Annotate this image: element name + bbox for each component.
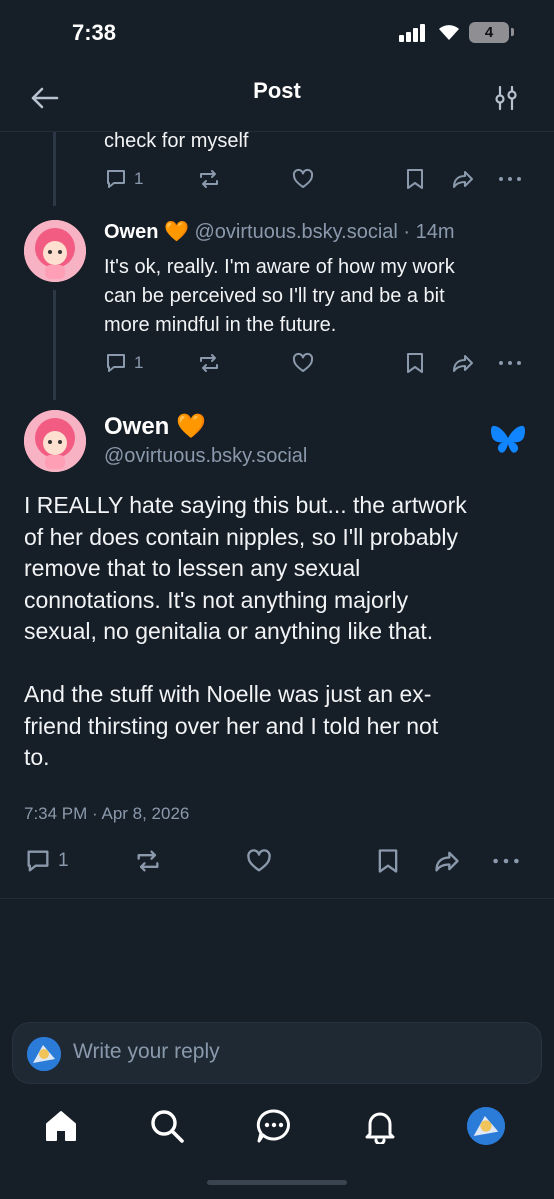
ellipsis-icon xyxy=(493,858,519,864)
bell-icon xyxy=(365,1112,395,1144)
avatar-illustration xyxy=(467,1107,505,1145)
heart-icon xyxy=(247,849,271,872)
share-button[interactable] xyxy=(432,847,462,875)
repost-button[interactable] xyxy=(197,351,221,375)
post-body-text: I REALLY hate saying this but... the art… xyxy=(24,492,467,770)
avatar[interactable] xyxy=(24,220,86,282)
cellular-signal-icon xyxy=(399,24,429,42)
battery-indicator: 4 xyxy=(469,22,509,43)
reply-count: 1 xyxy=(134,353,144,372)
heart-emoji: 🧡 xyxy=(176,413,206,440)
reply-button[interactable]: 1 xyxy=(104,351,143,375)
heart-icon xyxy=(292,168,314,188)
avatar-illustration xyxy=(24,220,86,282)
tab-chat[interactable] xyxy=(254,1106,294,1146)
comment-icon xyxy=(107,354,125,372)
bookmark-button[interactable] xyxy=(404,167,426,191)
ellipsis-icon xyxy=(499,361,521,365)
divider xyxy=(0,898,554,899)
page-title: Post xyxy=(253,78,301,103)
comment-icon xyxy=(107,170,125,188)
author-handle[interactable]: @ovirtuous.bsky.social xyxy=(104,445,307,468)
repost-button[interactable] xyxy=(134,847,162,875)
thread-settings-button[interactable] xyxy=(488,80,524,116)
status-time: 7:38 xyxy=(72,20,117,45)
avatar[interactable] xyxy=(24,410,86,472)
avatar-illustration xyxy=(27,1037,61,1071)
share-icon xyxy=(435,851,459,872)
repost-icon xyxy=(200,170,218,188)
reply-composer[interactable]: Write your reply xyxy=(12,1022,542,1084)
author-name[interactable]: Owen xyxy=(104,413,169,440)
repost-icon xyxy=(200,354,218,372)
comment-icon xyxy=(27,850,49,872)
sliders-icon xyxy=(495,85,517,111)
repost-button[interactable] xyxy=(197,167,221,191)
avatar-illustration xyxy=(24,410,86,472)
prev-post-text: check for myself xyxy=(104,130,249,152)
tab-profile[interactable] xyxy=(466,1106,506,1146)
share-icon xyxy=(453,171,473,188)
post-header: Post xyxy=(0,66,554,132)
repost-icon xyxy=(137,850,159,872)
ellipsis-icon xyxy=(499,177,521,181)
battery-tip xyxy=(511,28,514,36)
chat-icon xyxy=(256,1109,290,1143)
author-handle[interactable]: @ovirtuous.bsky.social xyxy=(194,221,397,243)
share-icon xyxy=(453,355,473,372)
thread-line xyxy=(53,290,56,400)
home-indicator xyxy=(207,1180,347,1185)
status-bar: 7:38 4 xyxy=(0,0,554,66)
more-options-button[interactable] xyxy=(497,351,523,375)
heart-emoji: 🧡 xyxy=(164,221,189,243)
reply-text-line: It's ok, really. I'm aware of how my wor… xyxy=(104,256,455,278)
reply-count: 1 xyxy=(58,850,69,871)
prev-post-actions: 1 xyxy=(0,167,554,197)
search-icon xyxy=(151,1110,184,1143)
bookmark-icon xyxy=(407,353,423,373)
main-post-actions: 1 xyxy=(0,845,554,879)
bookmark-button[interactable] xyxy=(404,351,426,375)
reply-button[interactable]: 1 xyxy=(104,167,143,191)
wifi-icon xyxy=(439,25,459,40)
bookmark-button[interactable] xyxy=(375,847,401,875)
bluesky-butterfly-icon xyxy=(491,425,525,453)
share-button[interactable] xyxy=(451,167,475,191)
reply-button[interactable]: 1 xyxy=(24,847,69,875)
post-age: · 14m xyxy=(403,221,455,243)
author-name[interactable]: Owen xyxy=(104,221,158,243)
bottom-tab-bar xyxy=(0,1090,554,1170)
reply-input[interactable]: Write your reply xyxy=(73,1040,220,1064)
like-button[interactable] xyxy=(245,847,273,875)
bookmark-icon xyxy=(378,849,398,873)
heart-icon xyxy=(292,352,314,372)
more-options-button[interactable] xyxy=(497,167,523,191)
share-button[interactable] xyxy=(451,351,475,375)
home-icon xyxy=(46,1111,76,1141)
tab-search[interactable] xyxy=(147,1106,187,1146)
bookmark-icon xyxy=(407,169,423,189)
reply-text: It's ok, really. I'm aware of how my wor… xyxy=(104,253,455,340)
like-button[interactable] xyxy=(291,351,315,375)
tab-home[interactable] xyxy=(41,1106,81,1146)
profile-avatar xyxy=(467,1107,505,1145)
post-timestamp: 7:34 PM · Apr 8, 2026 xyxy=(24,804,190,823)
reply-actions: 1 xyxy=(0,351,554,381)
reply-text-line: more mindful in the future. xyxy=(104,314,337,336)
reply-count: 1 xyxy=(134,169,144,188)
more-options-button[interactable] xyxy=(491,847,521,875)
tab-notifications[interactable] xyxy=(360,1106,400,1146)
reply-author-line: Owen 🧡 @ovirtuous.bsky.social · 14m xyxy=(104,219,455,244)
reply-text-line: can be perceived so I'll try and be a bi… xyxy=(104,285,445,307)
my-avatar xyxy=(27,1037,61,1071)
main-author-name[interactable]: Owen 🧡 xyxy=(104,412,206,441)
like-button[interactable] xyxy=(291,167,315,191)
